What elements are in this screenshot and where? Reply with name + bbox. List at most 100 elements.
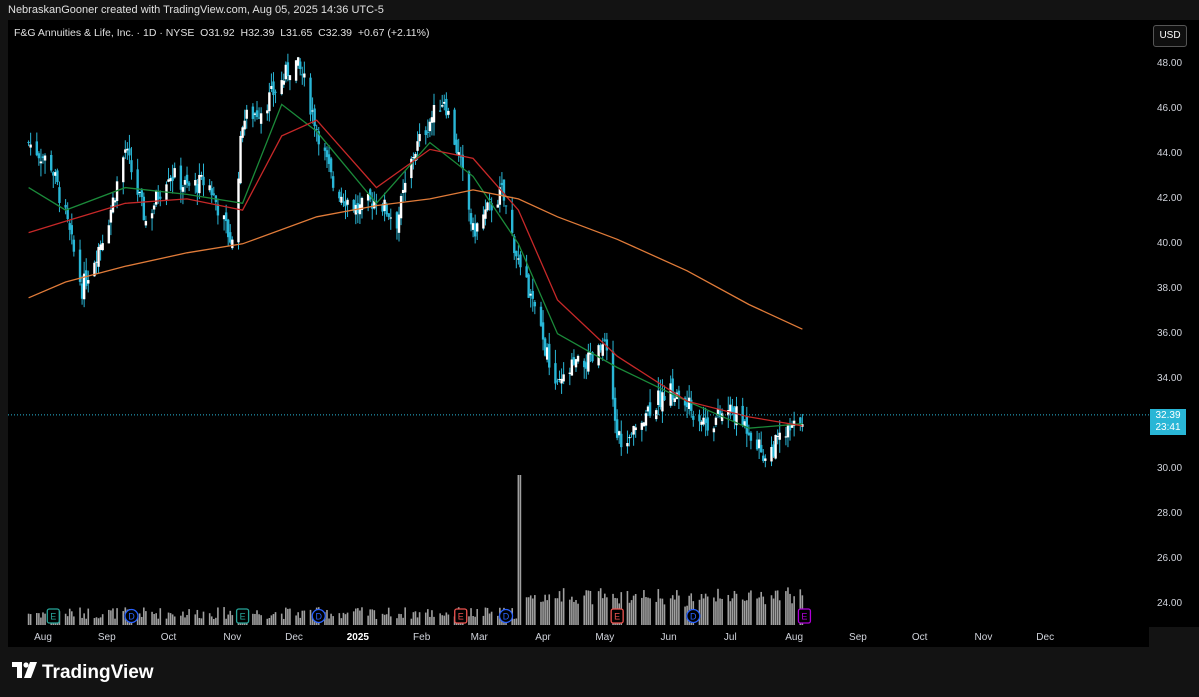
candle-body: [338, 191, 341, 199]
tradingview-logo[interactable]: TradingView: [12, 662, 154, 684]
x-tick-label: Aug: [785, 632, 804, 643]
candle-body: [486, 202, 489, 211]
candle-body: [216, 204, 220, 216]
x-tick-label: 2025: [346, 632, 369, 643]
time-axis[interactable]: Aug Sep Oct Nov Dec 2025 Feb Mar Apr May Jun Jul Aug…: [8, 627, 1149, 647]
candle-body: [200, 175, 203, 177]
candle-body: [628, 437, 631, 439]
candle-body: [109, 209, 113, 223]
candle-body: [500, 182, 504, 186]
candle-body: [615, 419, 619, 438]
price-axis[interactable]: 48.00 46.00 44.00 42.00 40.00 38.00 36.00 34.00…: [1149, 20, 1199, 627]
candle-body: [179, 165, 183, 190]
candle-body: [576, 355, 580, 362]
candle-body: [529, 293, 532, 296]
candle-body: [640, 422, 644, 430]
candle-body: [572, 357, 576, 365]
candle-body: [171, 176, 174, 181]
candle-body: [356, 203, 360, 214]
candle-body: [136, 169, 139, 195]
candle-body: [194, 179, 197, 186]
event-marker-label: E: [240, 612, 246, 622]
legend-open: 31.92: [208, 27, 235, 39]
y-tick-label: 42.00: [1157, 192, 1183, 204]
x-tick-label: Nov: [974, 632, 993, 643]
x-tick-label: Sep: [849, 632, 867, 643]
candle-body: [389, 217, 392, 219]
candle-body: [202, 176, 205, 186]
candle-body: [661, 392, 664, 412]
header-text: NebraskanGooner created with TradingView…: [8, 4, 384, 16]
candle-body: [385, 203, 388, 215]
bar-countdown: 23:41: [1155, 422, 1181, 433]
x-tick-label: May: [595, 632, 615, 643]
candle-body: [502, 179, 506, 201]
currency-button[interactable]: USD: [1153, 25, 1187, 47]
candle-body: [266, 110, 269, 114]
candle-body: [776, 436, 779, 438]
x-tick-label: Oct: [911, 632, 928, 643]
candle-body: [634, 427, 637, 431]
candle-body: [445, 98, 448, 116]
candle-body: [52, 172, 55, 176]
candle-body: [447, 110, 450, 115]
x-tick-label: Dec: [285, 632, 303, 643]
legend-low: 31.65: [286, 27, 313, 39]
candle-body: [126, 148, 129, 151]
x-tick-label: Mar: [470, 632, 488, 643]
legend-change: +0.67 (+2.11%): [357, 27, 430, 39]
event-marker-label: E: [614, 612, 620, 622]
candle-body: [599, 344, 602, 351]
candle-body: [733, 407, 736, 422]
candle-body: [531, 291, 534, 299]
candle-body: [747, 432, 751, 436]
candle-body: [632, 425, 635, 435]
candle-body: [706, 417, 709, 431]
candle-body: [757, 439, 761, 449]
candle-body: [251, 106, 255, 119]
candle-body: [85, 270, 88, 286]
candle-body: [286, 62, 290, 76]
candle-body: [397, 214, 401, 233]
candle-body: [438, 110, 442, 112]
candle-body: [280, 80, 283, 95]
event-marker-label: E: [50, 612, 56, 622]
candle-body: [140, 190, 143, 198]
candle-body: [646, 406, 650, 412]
candle-body: [714, 417, 718, 425]
candle-body: [212, 193, 215, 195]
candle-body: [755, 439, 759, 450]
candle-body: [613, 397, 617, 421]
candle-body: [311, 110, 314, 112]
candle-body: [527, 274, 530, 298]
candle-body: [27, 141, 30, 143]
candle-body: [692, 415, 695, 420]
candle-body: [245, 109, 248, 119]
footer: TradingView: [0, 648, 1199, 697]
candle-body: [644, 413, 648, 426]
candle-body: [313, 108, 316, 127]
candle-body: [541, 322, 545, 340]
candle-body: [208, 185, 211, 191]
candle-body: [157, 191, 160, 200]
candle-body: [64, 204, 67, 208]
candle-body: [41, 156, 45, 159]
candle-body: [430, 117, 434, 123]
candle-body: [515, 250, 518, 257]
candle-body: [272, 81, 275, 96]
price-chart-svg[interactable]: EDEDEDEDE: [8, 20, 1149, 627]
candle-body: [548, 343, 551, 368]
candle-body: [770, 447, 773, 462]
y-tick-label: 44.00: [1157, 147, 1183, 159]
candle-body: [729, 404, 732, 413]
candle-body: [315, 128, 318, 130]
y-tick-label: 46.00: [1157, 102, 1183, 114]
x-tick-label: Dec: [1036, 632, 1055, 643]
plot-area[interactable]: EDEDEDEDE: [8, 20, 1149, 627]
tradingview-wordmark: TradingView: [42, 662, 154, 683]
x-tick-label: Oct: [160, 632, 177, 643]
candle-body: [138, 192, 141, 194]
candle-body: [611, 351, 615, 400]
candle-body: [167, 179, 170, 182]
candle-body: [443, 101, 446, 104]
